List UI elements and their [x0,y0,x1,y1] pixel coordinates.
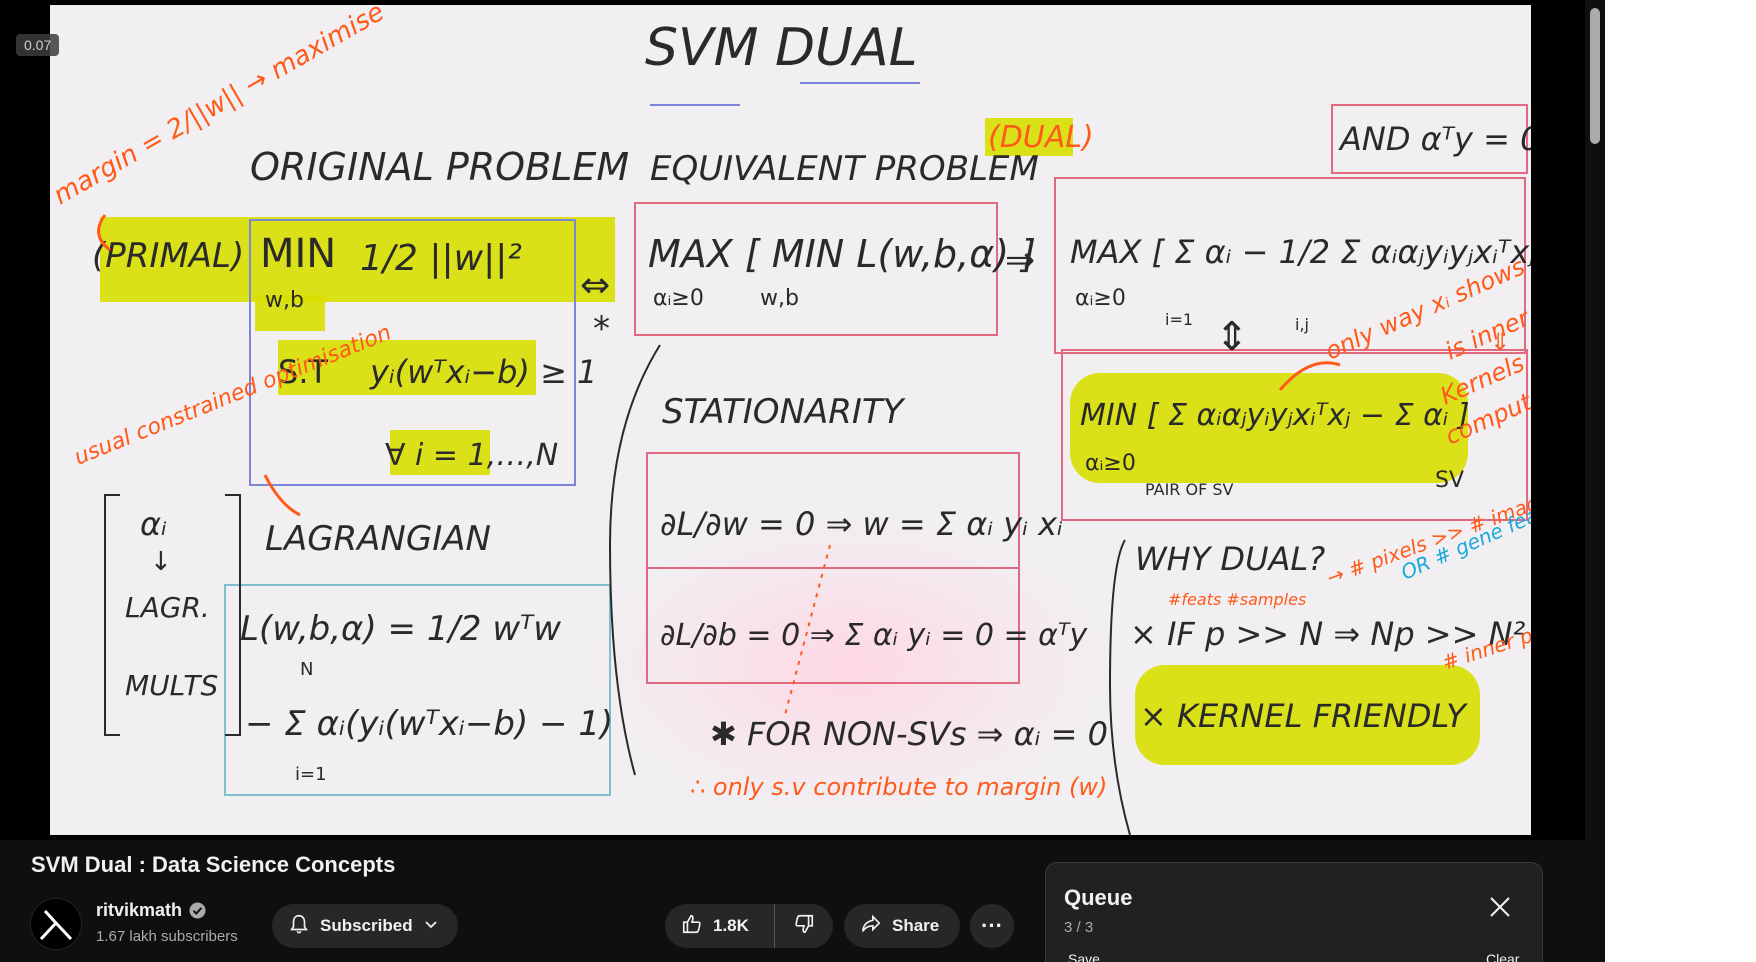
forall-line: ∀ i = 1,…,N [385,438,558,473]
max-min: MAX [ MIN L(w,b,α) ] [648,232,1036,276]
non-sv-note: ✱ FOR NON-SVs ⇒ αᵢ = 0 [710,715,1108,753]
alpha-box-line-2: ↓ [150,547,172,577]
primal-min-subscript: w,b [265,288,304,313]
lagrangian-eq-2: − Σ αᵢ(yᵢ(wᵀxᵢ−b) − 1) [245,704,613,744]
right-panel [1605,0,1756,962]
primal-label: (PRIMAL) [92,236,244,276]
scrollbar-thumb[interactable] [1590,8,1600,144]
alpha-box-line-1: αᵢ [140,505,167,543]
subscribed-label: Subscribed [320,916,413,935]
more-actions-button[interactable]: ··· [970,904,1014,948]
chevron-down-icon [423,916,439,937]
bell-icon [288,913,310,940]
thumbs-up-icon [681,913,703,940]
original-problem-heading: ORIGINAL PROBLEM [250,145,629,189]
lagrangian-heading: LAGRANGIAN [265,519,491,559]
primal-min: MIN [260,231,336,277]
verified-icon [189,902,206,919]
constraint: yᵢ(wᵀxᵢ−b) ≥ 1 [369,353,597,391]
whiteboard-frame: SVM DUAL ORIGINAL PROBLEM (PRIMAL) MIN w… [50,5,1531,835]
equivalent-problem-heading: EQUIVALENT PROBLEM [650,149,1039,189]
playback-timestamp: 0.07 [16,34,60,56]
min-dual: MIN [ Σ αᵢαⱼyᵢyⱼxᵢᵀxⱼ − Σ αᵢ ] [1080,398,1469,433]
alpha-box-line-3: LAGR. [125,591,210,624]
max-dual-sum1-sub: i=1 [1165,310,1193,329]
video-title: SVM Dual : Data Science Concepts [31,852,396,877]
equivalence-arrow: ⇔ [580,265,610,306]
stationarity-heading: STATIONARITY [662,392,906,432]
queue-panel: Queue 3 / 3 Save Clear [1045,862,1543,962]
and-condition: AND αᵀy = 0 [1338,120,1531,158]
like-button[interactable]: 1.8K [665,904,775,948]
more-icon: ··· [981,913,1003,938]
dislike-button[interactable] [775,904,833,948]
alpha-box-line-4: MULTS [125,669,218,702]
lagrangian-eq-2-sub: i=1 [295,764,327,785]
primal-objective: 1/2 ||w||² [360,238,522,279]
board-title: SVM DUAL [645,18,918,78]
why-dual-heading: WHY DUAL? [1135,540,1325,578]
video-player[interactable]: SVM DUAL ORIGINAL PROBLEM (PRIMAL) MIN w… [0,0,1585,840]
max-dual-sub: αᵢ≥0 [1075,286,1126,311]
page: SVM DUAL ORIGINAL PROBLEM (PRIMAL) MIN w… [0,0,1756,962]
share-label: Share [892,916,940,935]
dl-db-equation: ∂L/∂b = 0 ⇒ Σ αᵢ yᵢ = 0 = αᵀy [660,618,1088,653]
max-dual-sum2-sub: i,j [1295,315,1309,334]
double-arrow: ⇕ [1215,314,1249,360]
pair-of-sv: PAIR OF SV [1145,480,1234,499]
dl-dw-equation: ∂L/∂w = 0 ⇒ w = Σ αᵢ yᵢ xᵢ [660,505,1063,543]
like-count: 1.8K [713,916,749,935]
dual-tag: (DUAL) [988,120,1094,155]
max-dual: MAX [ Σ αᵢ − 1/2 Σ αᵢαⱼyᵢyⱼxᵢᵀxⱼ ] [1070,233,1531,271]
feats-samples-note: #feats #samples [1168,590,1306,609]
max-min-sub-alpha: αᵢ≥0 [653,286,704,311]
implies-arrow: ⇒ [1005,240,1035,281]
thumbs-down-icon [793,913,815,940]
channel-avatar[interactable] [30,898,82,950]
lagrangian-eq-2-sup: N [300,659,313,680]
channel-name[interactable]: ritvikmath [96,900,182,921]
kernel-friendly: × KERNEL FRIENDLY [1140,697,1468,735]
close-icon[interactable] [1486,893,1514,921]
queue-title: Queue [1064,885,1133,910]
scrollbar-track[interactable] [1585,0,1605,962]
share-icon [860,913,882,940]
share-button[interactable]: Share [844,904,960,948]
like-dislike-group: 1.8K [665,904,833,948]
max-min-sub-wb: w,b [760,286,799,311]
inner-note-3: ⇓ [1490,328,1510,356]
subscriber-count: 1.67 lakh subscribers [96,928,238,945]
sv-label: SV [1435,468,1464,493]
only-sv-note: ∴ only s.v contribute to margin (w) [690,773,1107,801]
queue-count: 3 / 3 [1064,919,1094,936]
subscribed-button[interactable]: Subscribed [272,904,458,948]
min-dual-sub: αᵢ≥0 [1085,451,1136,476]
lagrangian-eq-1: L(w,b,α) = 1/2 wᵀw [240,609,561,649]
star-mark: * [593,309,610,349]
queue-clear-button[interactable]: Clear [1486,951,1519,962]
queue-save-button[interactable]: Save [1068,951,1100,962]
